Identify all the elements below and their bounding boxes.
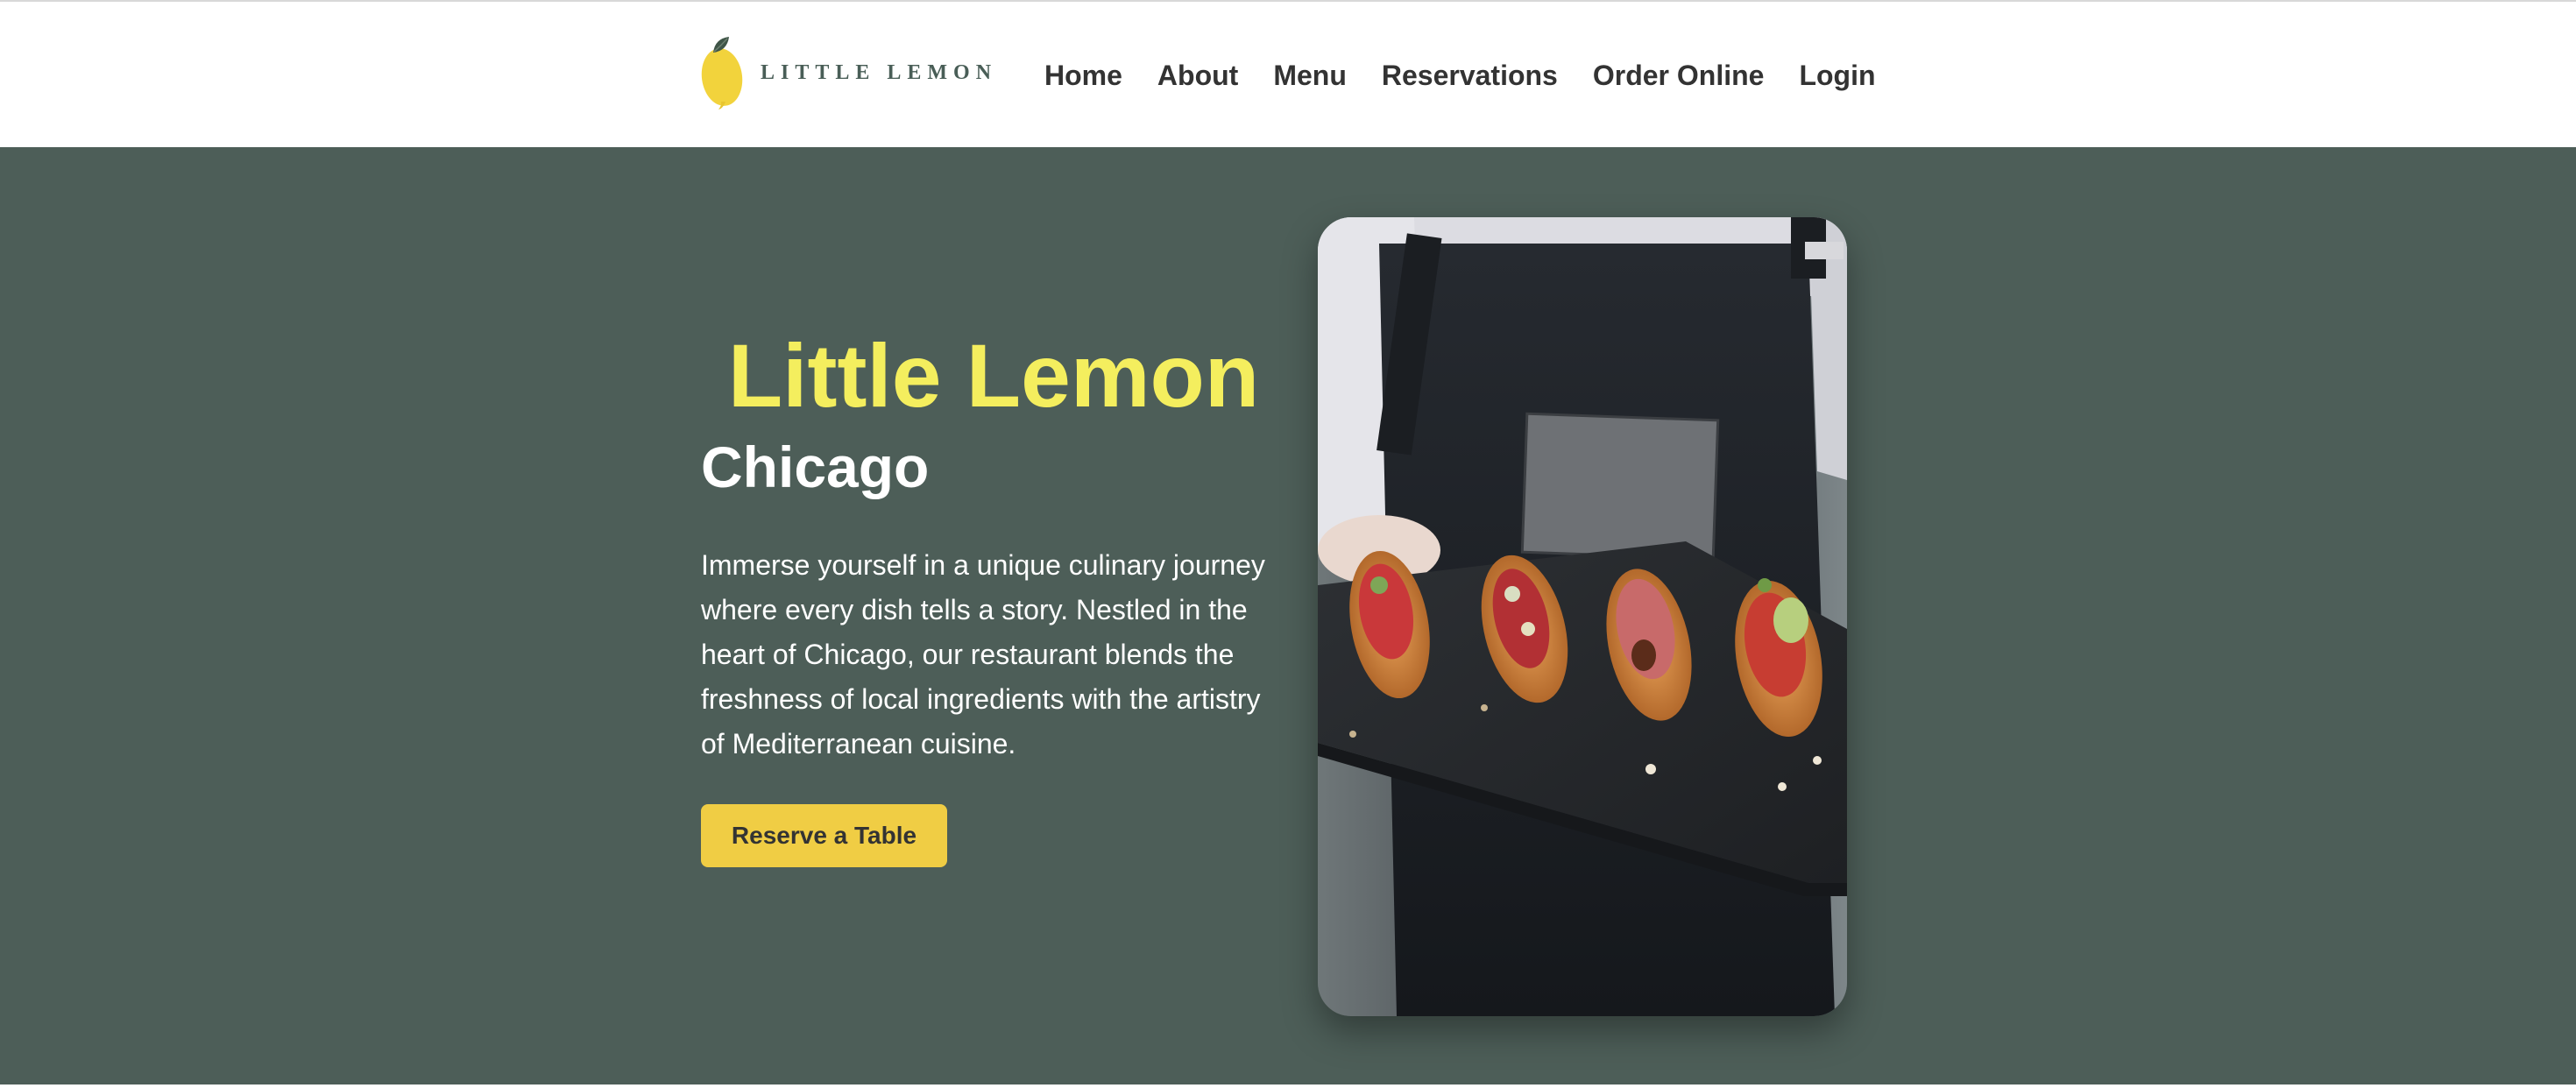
nav-reservations[interactable]: Reservations — [1382, 53, 1558, 98]
bottom-border — [0, 1084, 2576, 1088]
hero-description: Immerse yourself in a unique culinary jo… — [701, 549, 1265, 759]
hero-section: Little Lemon Chicago Immerse yourself in… — [0, 147, 2576, 1084]
nav-menu[interactable]: Menu — [1273, 53, 1347, 98]
nav-order-online[interactable]: Order Online — [1593, 53, 1765, 98]
hero-title: Little Lemon — [727, 326, 1260, 426]
nav-home[interactable]: Home — [1044, 53, 1122, 98]
reserve-table-button[interactable]: Reserve a Table — [701, 804, 947, 867]
nav-login[interactable]: Login — [1799, 53, 1875, 98]
lemon-icon — [699, 35, 745, 110]
hero-image — [1318, 217, 1847, 1016]
main-nav: Home About Menu Reservations Order Onlin… — [1044, 53, 1876, 98]
logo-text: LITTLE LEMON — [761, 60, 998, 84]
site-header: LITTLE LEMON Home About Menu Reservation… — [0, 2, 2576, 147]
hero-subtitle: Chicago — [701, 434, 930, 499]
nav-about[interactable]: About — [1157, 53, 1238, 98]
logo-link[interactable]: LITTLE LEMON — [699, 35, 997, 110]
